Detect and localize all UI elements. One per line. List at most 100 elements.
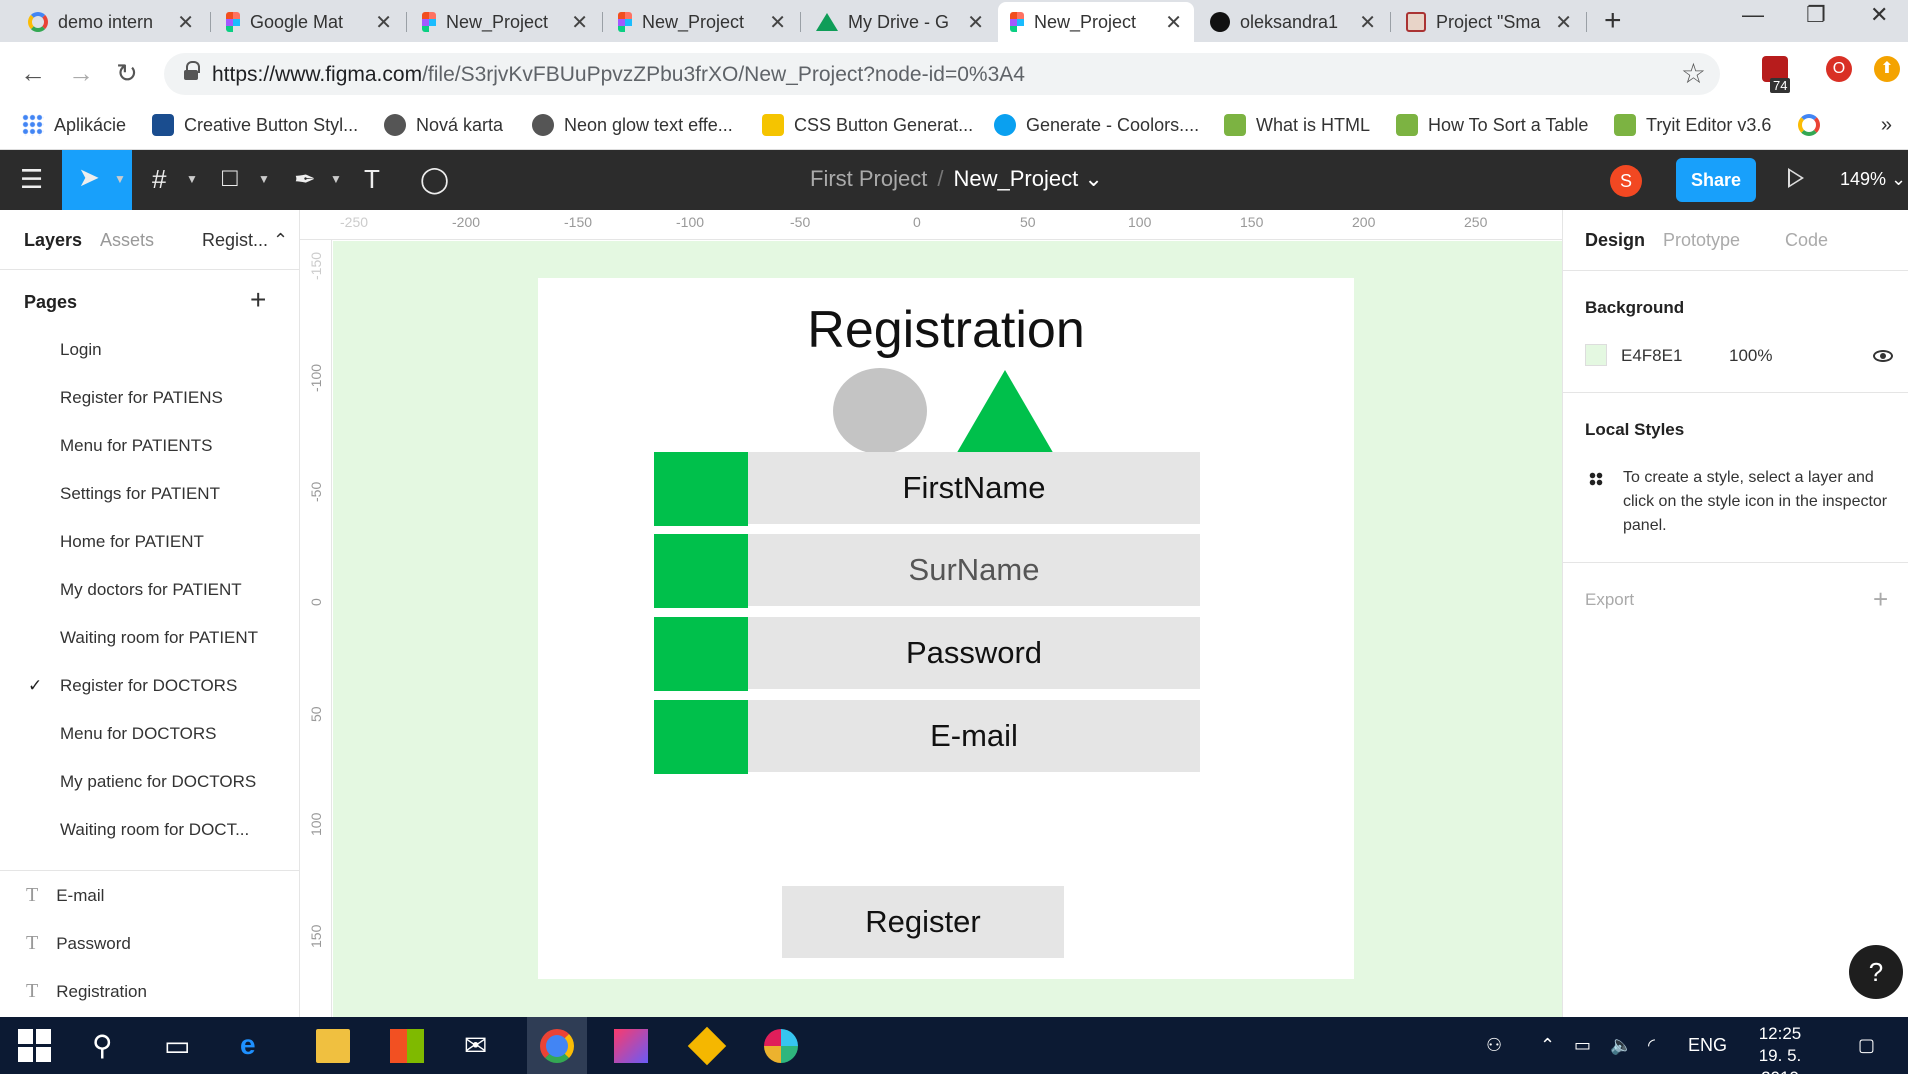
frame-tool-icon[interactable]: #	[152, 164, 166, 195]
browser-tab[interactable]: New_Project ✕	[606, 2, 798, 42]
layer-item[interactable]: T Registration	[26, 980, 147, 1003]
minimize-icon[interactable]: —	[1742, 2, 1764, 28]
restore-icon[interactable]: ❐	[1806, 2, 1826, 28]
bookmark-item[interactable]: CSS Button Generat...	[762, 114, 973, 136]
bookmark-item[interactable]: Creative Button Styl...	[152, 114, 358, 136]
chrome-icon[interactable]	[540, 1029, 574, 1063]
register-button[interactable]: Register	[782, 886, 1064, 958]
git-client-icon[interactable]	[687, 1026, 727, 1066]
email-field[interactable]: E-mail	[748, 700, 1200, 772]
bookmark-item[interactable]: Nová karta	[384, 114, 503, 136]
bookmark-item[interactable]: How To Sort a Table	[1396, 114, 1588, 136]
task-view-icon[interactable]: ▭	[164, 1029, 190, 1062]
background-hex-input[interactable]: E4F8E1	[1621, 346, 1682, 366]
tab-close-icon[interactable]: ✕	[375, 10, 392, 35]
page-item[interactable]: My patienc for DOCTORS	[60, 772, 256, 792]
page-item[interactable]: Settings for PATIENT	[60, 484, 220, 504]
layer-item[interactable]: T Password	[26, 932, 131, 955]
notifications-icon[interactable]: ▢	[1858, 1035, 1875, 1056]
reload-icon[interactable]: ↻	[116, 58, 138, 89]
browser-tab[interactable]: Project "Sma ✕	[1394, 2, 1584, 42]
page-item[interactable]: Menu for PATIENTS	[60, 436, 212, 456]
bookmark-star-icon[interactable]: ☆	[1681, 57, 1706, 90]
add-page-button[interactable]: +	[250, 284, 266, 316]
breadcrumb-file[interactable]: New_Project ⌄	[953, 166, 1102, 191]
browser-tab[interactable]: oleksandra1 ✕	[1198, 2, 1388, 42]
tab-close-icon[interactable]: ✕	[967, 10, 984, 35]
email-row[interactable]: E-mail	[654, 700, 1200, 774]
gray-ellipse[interactable]	[833, 368, 927, 454]
windows-start-icon[interactable]	[18, 1029, 52, 1063]
store-icon[interactable]	[390, 1029, 424, 1063]
chevron-down-icon[interactable]: ▼	[258, 172, 270, 186]
tab-close-icon[interactable]: ✕	[1555, 10, 1572, 35]
new-tab-button[interactable]: +	[1604, 4, 1622, 38]
green-square[interactable]	[654, 700, 748, 774]
forward-icon[interactable]: →	[68, 58, 94, 89]
bookmark-item[interactable]: Generate - Coolors....	[994, 114, 1199, 136]
password-field[interactable]: Password	[748, 617, 1200, 689]
tab-layers[interactable]: Layers	[24, 230, 82, 251]
file-explorer-icon[interactable]	[316, 1029, 350, 1063]
layer-item[interactable]: T E-mail	[26, 884, 104, 907]
registration-title[interactable]: Registration	[538, 300, 1354, 360]
browser-tab-active[interactable]: New_Project ✕	[998, 2, 1194, 42]
tab-close-icon[interactable]: ✕	[1359, 10, 1376, 35]
green-square[interactable]	[654, 534, 748, 608]
tab-prototype[interactable]: Prototype	[1663, 230, 1740, 251]
bookmarks-overflow-button[interactable]: »	[1881, 114, 1892, 137]
surname-row[interactable]: SurName	[654, 534, 1200, 608]
menu-icon[interactable]: ☰	[20, 164, 43, 195]
clock[interactable]: 12:25 19. 5. 2019	[1740, 1023, 1820, 1074]
current-page-selector[interactable]: Regist... ⌃	[202, 230, 288, 251]
tab-assets[interactable]: Assets	[100, 230, 154, 251]
bookmark-item[interactable]: What is HTML	[1224, 114, 1370, 136]
battery-icon[interactable]: ▭	[1574, 1035, 1591, 1056]
bookmark-item[interactable]: Aplikácie	[22, 114, 126, 136]
add-export-button[interactable]: +	[1873, 584, 1888, 615]
pen-tool-icon[interactable]: ✒	[294, 164, 316, 195]
tab-close-icon[interactable]: ✕	[571, 10, 588, 35]
window-close-icon[interactable]: ✕	[1870, 2, 1888, 28]
back-icon[interactable]: ←	[20, 58, 46, 89]
password-row[interactable]: Password	[654, 617, 1200, 691]
tray-chevron-up-icon[interactable]: ⌃	[1540, 1035, 1555, 1056]
profile-avatar[interactable]: O	[1826, 56, 1852, 82]
present-play-icon[interactable]	[1788, 168, 1804, 188]
chevron-down-icon[interactable]: ▼	[186, 172, 198, 186]
page-item[interactable]: Waiting room for DOCT...	[60, 820, 249, 840]
design-canvas[interactable]: Registration FirstName SurName Password …	[333, 241, 1562, 1017]
rectangle-tool-icon[interactable]: □	[222, 162, 238, 193]
tab-close-icon[interactable]: ✕	[177, 10, 194, 35]
intellij-icon[interactable]	[614, 1029, 648, 1063]
firstname-field[interactable]: FirstName	[748, 452, 1200, 524]
chevron-down-icon[interactable]: ▼	[330, 172, 342, 186]
surname-field[interactable]: SurName	[748, 534, 1200, 606]
zoom-dropdown[interactable]: 149% ⌄	[1840, 169, 1906, 190]
page-item[interactable]: Login	[60, 340, 102, 360]
breadcrumb-project[interactable]: First Project	[810, 166, 927, 191]
page-item[interactable]: Menu for DOCTORS	[60, 724, 217, 744]
page-item[interactable]: Waiting room for PATIENT	[60, 628, 258, 648]
background-opacity-input[interactable]: 100%	[1729, 346, 1772, 366]
browser-tab[interactable]: New_Project ✕	[410, 2, 600, 42]
share-button[interactable]: Share	[1676, 158, 1756, 202]
page-item-selected[interactable]: Register for DOCTORS	[60, 676, 237, 696]
text-tool-icon[interactable]: T	[364, 164, 380, 195]
comment-tool-icon[interactable]: ◯	[420, 164, 449, 195]
help-button[interactable]: ?	[1849, 945, 1903, 999]
green-square[interactable]	[654, 452, 748, 526]
background-color-swatch[interactable]	[1585, 344, 1607, 366]
search-icon[interactable]: ⚲	[92, 1029, 113, 1062]
bookmark-item[interactable]	[1798, 114, 1830, 136]
wifi-icon[interactable]: ◜	[1648, 1035, 1655, 1056]
edge-icon[interactable]: e	[240, 1029, 256, 1061]
green-square[interactable]	[654, 617, 748, 691]
browser-tab[interactable]: Google Mat ✕	[214, 2, 404, 42]
browser-tab[interactable]: demo intern ✕	[16, 2, 206, 42]
page-item[interactable]: Home for PATIENT	[60, 532, 204, 552]
tab-code[interactable]: Code	[1785, 230, 1828, 251]
move-tool-button[interactable]: ➤ ▼	[62, 150, 132, 210]
mail-icon[interactable]: ✉	[464, 1029, 487, 1062]
tab-design[interactable]: Design	[1585, 230, 1645, 251]
